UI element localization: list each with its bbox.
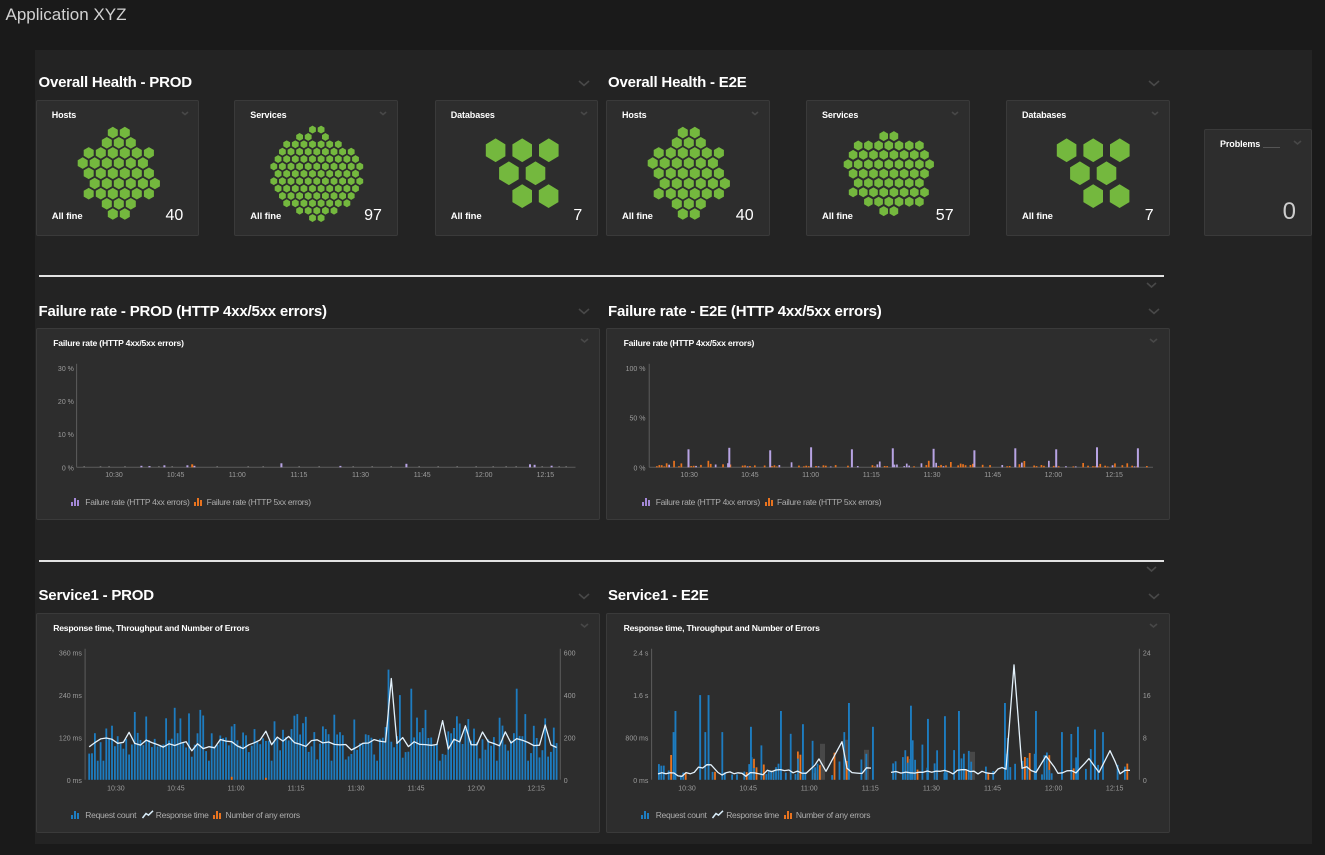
svg-text:11:30: 11:30 (924, 472, 941, 479)
svg-text:0 %: 0 % (633, 465, 645, 472)
svg-text:10:30: 10:30 (105, 472, 123, 479)
svg-text:0: 0 (1143, 778, 1147, 785)
svg-text:360 ms: 360 ms (59, 651, 82, 658)
svg-text:11:30: 11:30 (352, 472, 369, 479)
svg-text:10 %: 10 % (58, 432, 74, 439)
svg-text:11:00: 11:00 (227, 785, 244, 792)
svg-text:11:30: 11:30 (923, 785, 940, 792)
svg-text:200: 200 (563, 735, 575, 742)
svg-text:12:00: 12:00 (475, 472, 493, 479)
svg-text:0: 0 (563, 778, 567, 785)
svg-text:11:15: 11:15 (287, 785, 304, 792)
svg-text:800 ms: 800 ms (625, 735, 648, 742)
svg-text:11:45: 11:45 (407, 785, 424, 792)
svg-text:11:45: 11:45 (984, 472, 1001, 479)
svg-text:100 %: 100 % (626, 366, 646, 373)
svg-text:20 %: 20 % (58, 399, 74, 406)
svg-text:12:15: 12:15 (1105, 472, 1123, 479)
svg-text:10:30: 10:30 (678, 785, 696, 792)
svg-text:11:15: 11:15 (290, 472, 307, 479)
svg-text:0 ms: 0 ms (633, 778, 649, 785)
svg-text:11:15: 11:15 (863, 472, 880, 479)
svg-text:1.6 s: 1.6 s (633, 693, 649, 700)
svg-text:11:30: 11:30 (347, 785, 364, 792)
svg-text:11:00: 11:00 (801, 785, 818, 792)
svg-text:10:45: 10:45 (167, 785, 185, 792)
svg-text:400: 400 (563, 693, 575, 700)
svg-text:11:45: 11:45 (984, 785, 1001, 792)
svg-text:10:45: 10:45 (741, 472, 759, 479)
svg-text:10:45: 10:45 (739, 785, 757, 792)
svg-text:120 ms: 120 ms (59, 735, 82, 742)
svg-text:12:00: 12:00 (467, 785, 485, 792)
svg-text:11:45: 11:45 (413, 472, 430, 479)
svg-text:600: 600 (563, 651, 575, 658)
svg-text:12:15: 12:15 (1106, 785, 1124, 792)
svg-text:11:15: 11:15 (862, 785, 879, 792)
svg-text:30 %: 30 % (58, 366, 74, 373)
svg-text:8: 8 (1143, 735, 1147, 742)
svg-text:12:15: 12:15 (527, 785, 545, 792)
svg-text:240 ms: 240 ms (59, 693, 82, 700)
svg-text:12:00: 12:00 (1045, 785, 1063, 792)
svg-text:0 %: 0 % (61, 465, 73, 472)
svg-text:12:00: 12:00 (1045, 472, 1063, 479)
svg-text:10:30: 10:30 (107, 785, 125, 792)
svg-text:24: 24 (1143, 651, 1151, 658)
svg-text:10:30: 10:30 (680, 472, 698, 479)
svg-text:11:00: 11:00 (228, 472, 245, 479)
svg-text:10:45: 10:45 (166, 472, 184, 479)
svg-text:11:00: 11:00 (802, 472, 819, 479)
svg-text:2.4 s: 2.4 s (633, 651, 649, 658)
svg-text:50 %: 50 % (630, 416, 646, 423)
svg-text:0 ms: 0 ms (66, 778, 82, 785)
svg-text:12:15: 12:15 (536, 472, 554, 479)
svg-text:16: 16 (1143, 693, 1151, 700)
